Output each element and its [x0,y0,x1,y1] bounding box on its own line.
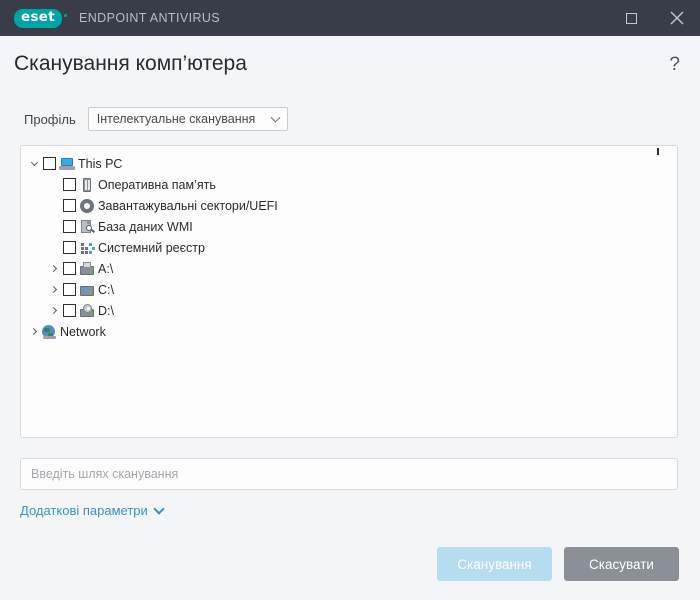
cancel-button[interactable]: Скасувати [564,547,679,581]
eset-logo-text: eset [21,11,55,25]
tree-row-checkbox[interactable] [63,304,76,317]
boot-sector-icon [79,198,95,214]
profile-row: Профіль Інтелектуальне сканування [0,99,700,139]
help-icon[interactable]: ? [669,54,680,76]
eset-logo: eset [14,9,62,28]
close-icon [670,11,684,25]
close-button[interactable] [654,0,700,36]
maximize-icon [626,13,637,24]
memory-icon [79,177,95,193]
tree-row-checkbox[interactable] [63,220,76,233]
chevron-down-icon [270,113,280,123]
tree-row[interactable]: База даних WMI [21,216,677,237]
tree-row-label: D:\ [98,304,114,318]
chevron-right-icon[interactable] [47,304,61,318]
tree-row[interactable]: C:\ [21,279,677,300]
tree-row-label: Network [60,325,106,339]
tree-row-checkbox[interactable] [63,283,76,296]
chevron-down-icon [153,503,164,514]
maximize-button[interactable] [608,0,654,36]
chevron-right-icon[interactable] [47,262,61,276]
tree-row-label: This PC [78,157,122,171]
scan-path-field[interactable] [20,458,678,490]
tree-row[interactable]: D:\ [21,300,677,321]
tree-row-checkbox[interactable] [63,241,76,254]
monitor-icon [59,156,75,172]
window-controls [608,0,700,36]
registry-icon [79,240,95,256]
profile-select[interactable]: Інтелектуальне сканування [88,107,288,131]
dialog-footer: Сканування Скасувати [437,547,679,581]
scroll-indicator[interactable] [657,148,659,155]
tree-row[interactable]: A:\ [21,258,677,279]
network-icon [41,324,57,340]
tree-row[interactable]: This PC [21,153,677,174]
scan-path-input[interactable] [31,467,667,481]
tree-row-checkbox[interactable] [63,262,76,275]
floppy-drive-icon [79,261,95,277]
tree-row-label: A:\ [98,262,113,276]
tree-row-label: Завантажувальні сектори/UEFI [98,199,278,213]
tree-row-label: C:\ [98,283,114,297]
tree-row-checkbox[interactable] [43,157,56,170]
profile-label: Профіль [24,112,76,127]
hard-drive-icon [79,282,95,298]
tree-row[interactable]: Оперативна пам’ять [21,174,677,195]
scan-button[interactable]: Сканування [437,547,552,581]
page-title: Сканування комп’ютера [14,52,247,76]
logo-registered-dot [64,14,67,17]
product-name: ENDPOINT ANTIVIRUS [79,11,220,25]
advanced-options-label: Додаткові параметри [20,503,148,518]
scan-target-tree[interactable]: This PC Оперативна пам’ять Завантажувальні… [20,145,678,438]
tree-row-checkbox[interactable] [63,199,76,212]
page-header: Сканування комп’ютера ? [0,36,700,91]
chevron-right-icon[interactable] [27,325,41,339]
wmi-database-icon [79,219,95,235]
tree-row[interactable]: Network [21,321,677,342]
tree-row-label: Оперативна пам’ять [98,178,216,192]
advanced-options-link[interactable]: Додаткові параметри [20,503,163,518]
profile-select-value: Інтелектуальне сканування [97,112,256,126]
chevron-down-icon[interactable] [27,157,41,171]
tree-row-checkbox[interactable] [63,178,76,191]
tree-row[interactable]: Системний реєстр [21,237,677,258]
chevron-right-icon[interactable] [47,283,61,297]
tree-row-label: База даних WMI [98,220,193,234]
tree-row-label: Системний реєстр [98,241,205,255]
title-bar: eset ENDPOINT ANTIVIRUS [0,0,700,36]
optical-drive-icon [79,303,95,319]
tree-row[interactable]: Завантажувальні сектори/UEFI [21,195,677,216]
